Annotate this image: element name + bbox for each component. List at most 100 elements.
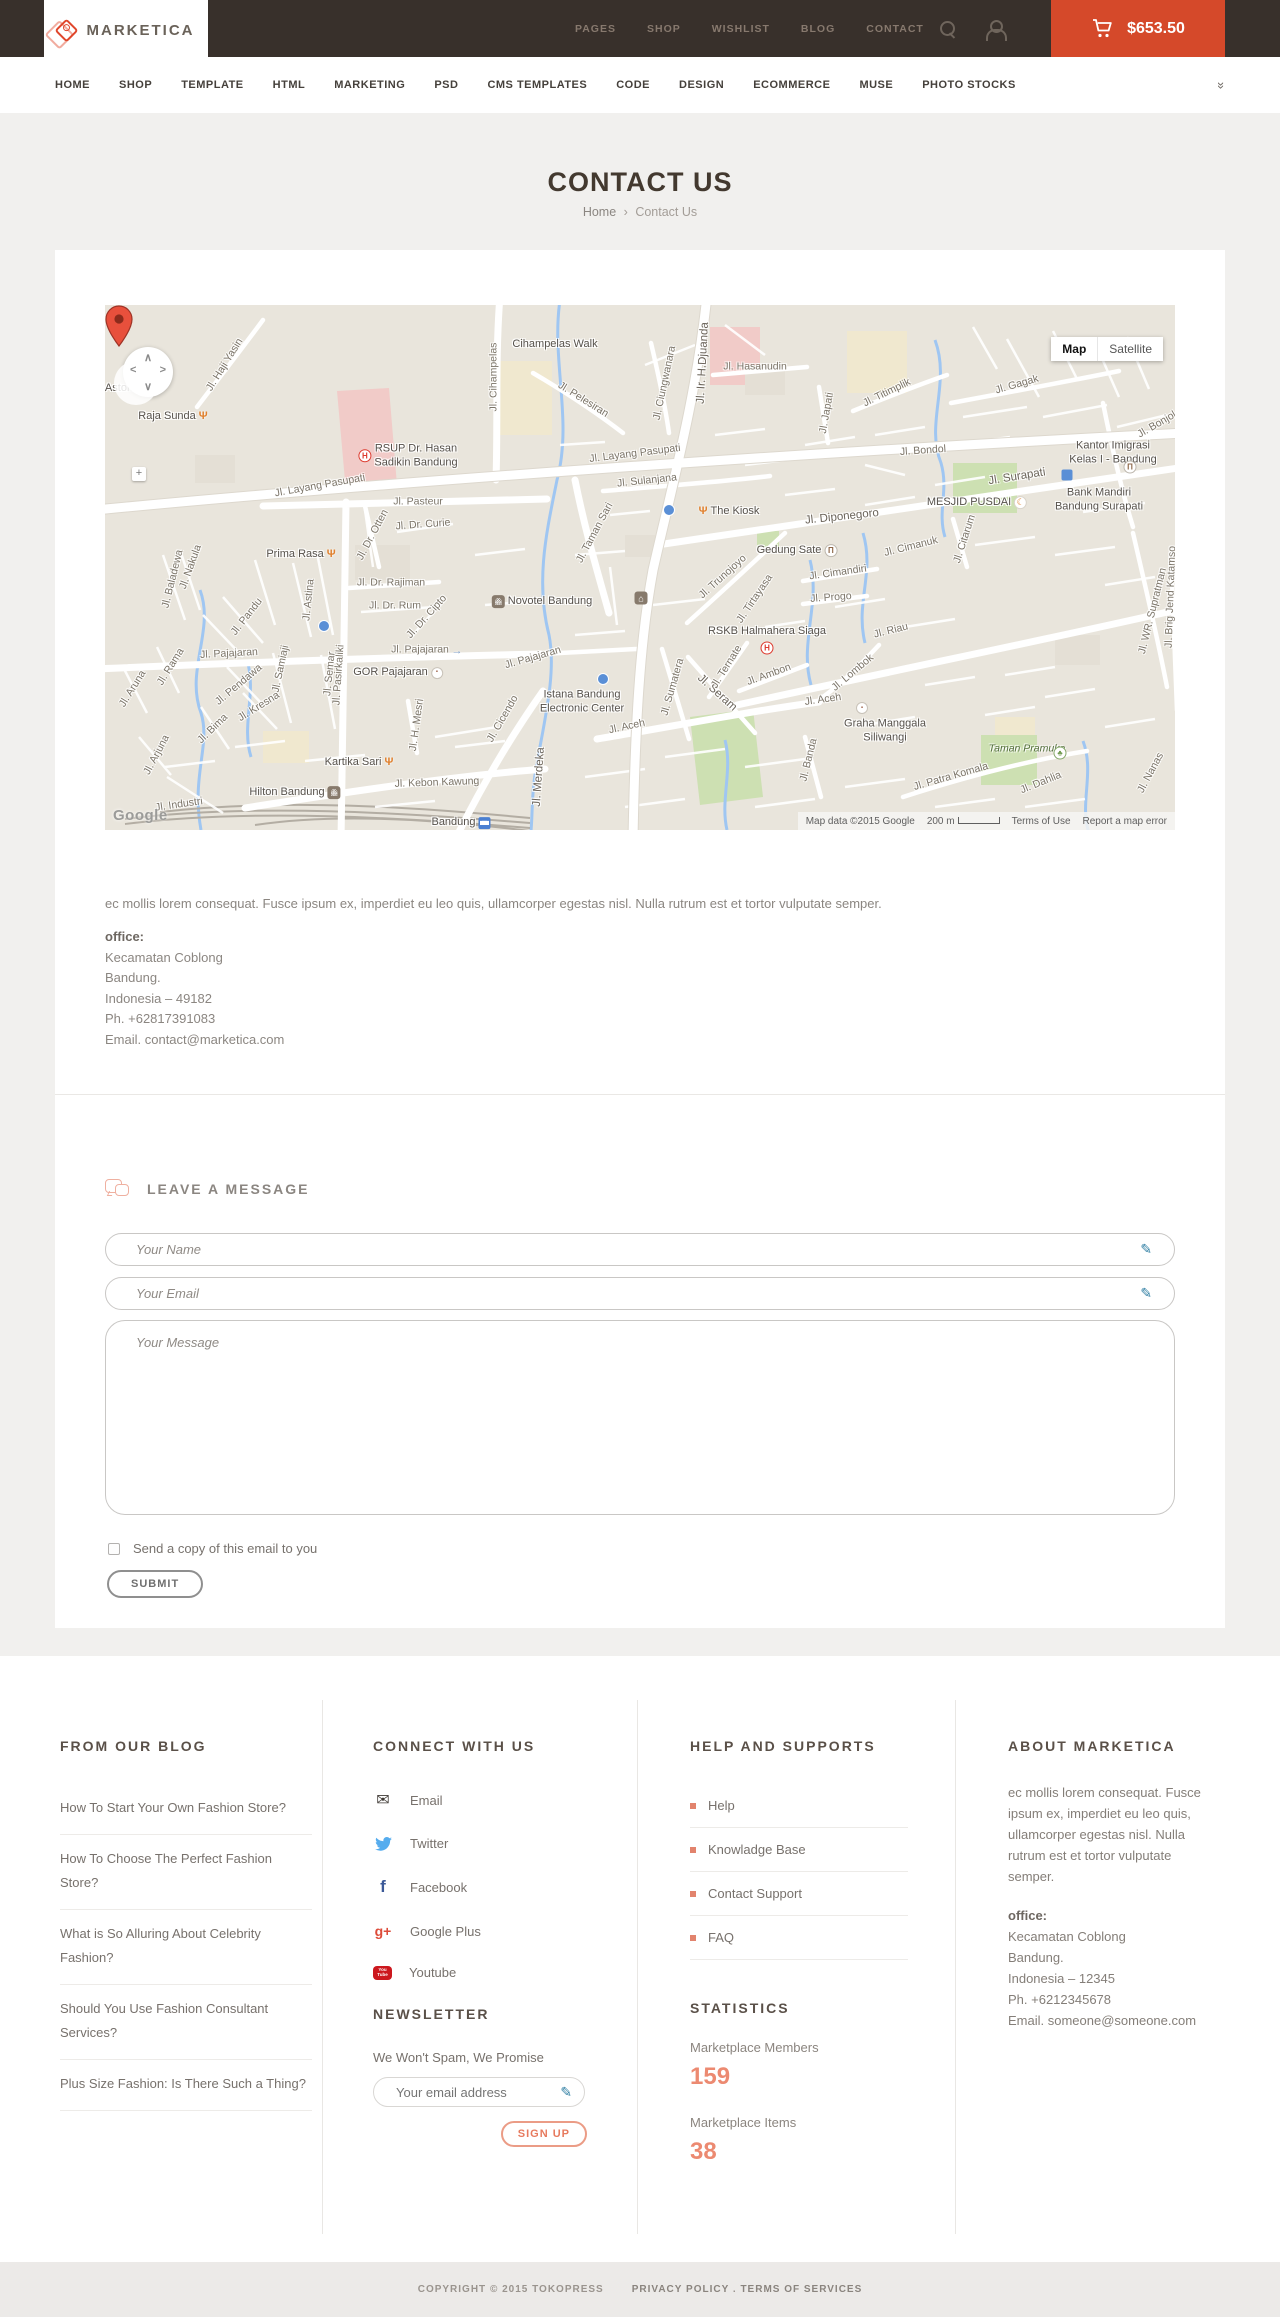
brand-name: MARKETICA <box>86 22 195 39</box>
youtube-icon: You Tube <box>373 1965 392 1980</box>
brand-logo[interactable]: MARKETICA <box>44 0 208 61</box>
facebook-icon: f <box>380 1877 386 1896</box>
social-link-facebook[interactable]: f Facebook <box>373 1877 587 1897</box>
park-icon: ♣ <box>1053 746 1067 760</box>
office-address-lines: Kecamatan Coblong Bandung. Indonesia – 491… <box>105 948 1175 1051</box>
bank-icon <box>1061 469 1073 481</box>
menu-item-design[interactable]: DESIGN <box>679 79 724 91</box>
newsletter-tagline: We Won't Spam, We Promise <box>373 2050 544 2065</box>
chat-bubbles-icon <box>105 1179 131 1199</box>
social-label: Youtube <box>409 1965 457 1980</box>
header-nav-pages[interactable]: PAGES <box>575 23 616 35</box>
report-map-error-link[interactable]: Report a map error <box>1083 816 1167 827</box>
header-nav-contact[interactable]: CONTACT <box>866 23 924 35</box>
location-pin-icon[interactable] <box>105 305 133 349</box>
menu-item-ecommerce[interactable]: ECOMMERCE <box>753 79 830 91</box>
header-nav-blog[interactable]: BLOG <box>801 23 835 35</box>
send-copy-label: Send a copy of this email to you <box>133 1541 318 1556</box>
blog-post-link[interactable]: Plus Size Fashion: Is There Such a Thing… <box>60 2060 312 2112</box>
statistics-list: Marketplace Members 159 Marketplace Items 3… <box>690 2040 908 2166</box>
menu-item-marketing[interactable]: MARKETING <box>334 79 405 91</box>
google-map[interactable]: Jl. Layang Pasupati Jl. Layang Pasupati Jl… <box>105 305 1175 830</box>
newsletter-email-input[interactable] <box>373 2077 585 2107</box>
map-pan-control[interactable]: ∧ ∨ < > <box>114 347 173 405</box>
footer-about-column: ABOUT MARKETICA ec mollis lorem consequa… <box>1008 1656 1204 2032</box>
user-account-icon[interactable] <box>986 19 1007 41</box>
help-link-knowladge-base[interactable]: Knowladge Base <box>690 1828 908 1872</box>
address-line: Kecamatan Coblong <box>105 949 223 965</box>
social-link-youtube[interactable]: You Tube Youtube <box>373 1965 587 1980</box>
menu-item-home[interactable]: HOME <box>55 79 90 91</box>
google-logo: Google <box>113 807 168 824</box>
cart-button[interactable]: $653.50 <box>1051 0 1225 57</box>
menu-more-chevron-icon[interactable]: » <box>1214 81 1229 88</box>
dot-icon: ▪ <box>856 702 868 714</box>
social-list: ✉ Email Twitter f Facebook g+ Google Plus You T… <box>373 1790 587 1980</box>
send-copy-checkbox[interactable] <box>108 1542 120 1555</box>
address-line: Ph. +6212345678 <box>1008 1992 1112 2008</box>
signup-button[interactable]: SIGN UP <box>500 2121 587 2147</box>
help-link-help[interactable]: Help <box>690 1784 908 1828</box>
map-canvas <box>105 305 1175 830</box>
social-link-email[interactable]: ✉ Email <box>373 1790 587 1810</box>
breadcrumb-home-link[interactable]: Home <box>583 205 616 219</box>
office-address-block: office: Kecamatan Coblong Bandung. Indones… <box>105 927 1175 1050</box>
footer-help-heading: HELP AND SUPPORTS <box>690 1738 876 1754</box>
submit-button[interactable]: SUBMIT <box>107 1570 204 1598</box>
menu-item-code[interactable]: CODE <box>616 79 650 91</box>
privacy-policy-link[interactable]: PRIVACY POLICY <box>632 2284 729 2295</box>
social-link-twitter[interactable]: Twitter <box>373 1836 587 1851</box>
message-textarea[interactable] <box>105 1320 1175 1515</box>
menu-item-cms-templates[interactable]: CMS TEMPLATES <box>487 79 587 91</box>
menu-item-shop[interactable]: SHOP <box>119 79 152 91</box>
social-label: Email <box>410 1792 443 1808</box>
section-divider <box>55 1094 1225 1095</box>
address-line: Indonesia – 12345 <box>1008 1971 1115 1987</box>
breadcrumb-separator: › <box>623 205 628 219</box>
footer-connect-column: CONNECT WITH US ✉ Email Twitter f Facebook g+… <box>373 1656 587 2147</box>
bullet-icon <box>690 1846 696 1853</box>
hotel-icon: ⌂ <box>634 591 648 605</box>
cart-icon <box>1093 19 1112 38</box>
map-type-map-button[interactable]: Map <box>1051 337 1098 361</box>
stat-value: 38 <box>690 2138 717 2165</box>
blog-post-link[interactable]: How To Start Your Own Fashion Store? <box>60 1784 312 1836</box>
email-input[interactable] <box>105 1277 1175 1310</box>
blog-post-link[interactable]: Should You Use Fashion Consultant Servic… <box>60 1985 312 2061</box>
breadcrumb: Home › Contact Us <box>0 205 1280 219</box>
breadcrumb-current: Contact Us <box>635 205 698 219</box>
send-copy-row: Send a copy of this email to you <box>105 1541 1175 1556</box>
terms-of-services-link[interactable]: TERMS OF SERVICES <box>740 2284 862 2295</box>
category-menubar: HOME SHOP TEMPLATE HTML MARKETING PSD CMS TEMP… <box>0 57 1280 113</box>
social-label: Twitter <box>410 1836 449 1851</box>
copyright-text: COPYRIGHT © 2015 TOKOPRESS <box>417 2284 604 2295</box>
address-line: Bandung. <box>105 970 161 985</box>
menu-item-photo-stocks[interactable]: PHOTO STOCKS <box>922 79 1016 91</box>
menu-item-html[interactable]: HTML <box>273 79 306 91</box>
social-link-gplus[interactable]: g+ Google Plus <box>373 1923 587 1939</box>
bullet-icon <box>690 1890 696 1897</box>
blog-post-link[interactable]: What is So Alluring About Celebrity Fash… <box>60 1910 312 1986</box>
map-type-satellite-button[interactable]: Satellite <box>1097 337 1163 361</box>
help-link-faq[interactable]: FAQ <box>690 1916 908 1960</box>
blog-post-link[interactable]: How To Choose The Perfect Fashion Store? <box>60 1835 312 1911</box>
help-link-contact-support[interactable]: Contact Support <box>690 1872 908 1916</box>
stat-item: Marketplace Items 38 <box>690 2115 908 2166</box>
map-zoom-in-button[interactable]: + <box>132 467 146 481</box>
search-icon[interactable] <box>940 20 956 37</box>
help-label: Help <box>708 1798 735 1813</box>
menu-item-muse[interactable]: MUSE <box>859 79 893 91</box>
pan-down-icon[interactable]: ∨ <box>144 380 152 393</box>
pan-right-icon[interactable]: > <box>160 364 166 376</box>
menu-item-psd[interactable]: PSD <box>434 79 458 91</box>
shop-icon <box>597 673 609 685</box>
address-line: Kecamatan Coblong <box>1008 1929 1126 1945</box>
address-line: Bandung. <box>1008 1950 1064 1966</box>
header-nav-wishlist[interactable]: WISHLIST <box>712 23 770 35</box>
menu-item-template[interactable]: TEMPLATE <box>181 79 243 91</box>
pan-left-icon[interactable]: < <box>130 364 136 376</box>
header-nav-shop[interactable]: SHOP <box>647 23 681 35</box>
name-input[interactable] <box>105 1233 1175 1266</box>
pan-up-icon[interactable]: ∧ <box>144 351 152 364</box>
terms-of-use-link[interactable]: Terms of Use <box>1012 816 1071 827</box>
